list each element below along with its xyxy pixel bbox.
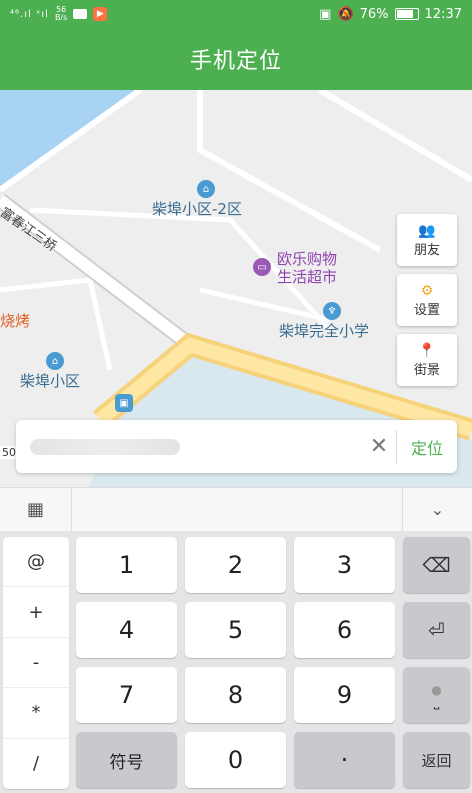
enter-key[interactable]: ⏎ (403, 602, 470, 658)
clock: 12:37 (424, 6, 462, 22)
phone-number-input[interactable] (16, 420, 362, 473)
poi-chaibu-2[interactable]: 柴埠小区-2区 (152, 198, 242, 219)
shop-icon: ▭ (253, 258, 271, 276)
community-icon: ⌂ (197, 180, 215, 198)
space-voice-key[interactable]: ● ⎵ (403, 667, 470, 723)
symbol-key-minus[interactable]: - (3, 638, 69, 689)
status-bar: ⁴⁶.ıl ˣıl 56 B/s ▶ ▣ 🔕 76% 12:37 (0, 0, 472, 28)
friends-icon: 👥 (418, 222, 436, 239)
blurred-input-text (30, 438, 180, 455)
search-bar: ✕ 定位 (16, 420, 457, 473)
nfc-icon: ▣ (319, 6, 332, 22)
key-9[interactable]: 9 (294, 667, 395, 723)
play-icon: ▶ (93, 7, 108, 21)
friends-button[interactable]: 👥 朋友 (397, 214, 457, 266)
community-icon-2: ⌂ (46, 352, 64, 370)
key-5[interactable]: 5 (185, 602, 286, 658)
school-icon: ♆ (323, 302, 341, 320)
location-pin-icon: 📍 (418, 342, 436, 359)
poi-oule-line2[interactable]: 生活超市 (277, 266, 337, 287)
app-bar: 手机定位 (0, 28, 472, 90)
key-7[interactable]: 7 (76, 667, 177, 723)
symbol-key-at[interactable]: @ (3, 537, 69, 588)
page-title: 手机定位 (189, 49, 282, 74)
keyboard-menu-icon[interactable]: ▦ (0, 488, 72, 531)
key-1[interactable]: 1 (76, 537, 177, 593)
signal-icon: ⁴⁶.ıl ˣıl (10, 8, 49, 20)
return-key[interactable]: 返回 (403, 732, 470, 788)
locate-button[interactable]: 定位 (397, 435, 457, 459)
backspace-icon: ⌫ (422, 553, 451, 577)
poi-school[interactable]: 柴埠完全小学 (279, 320, 369, 341)
symbol-key-plus[interactable]: + (3, 587, 69, 638)
symbol-key-asterisk[interactable]: * (3, 688, 69, 739)
chevron-down-icon[interactable]: ⌄ (402, 488, 472, 531)
dot-key[interactable]: · (294, 732, 395, 788)
net-speed: 56 B/s (54, 5, 68, 22)
enter-icon: ⏎ (428, 618, 445, 642)
poi-bbq[interactable]: 烧烤 (0, 310, 30, 331)
clear-icon[interactable]: ✕ (362, 434, 396, 459)
keyboard-toolbar: ▦ ⌄ (0, 487, 472, 531)
gear-icon: ⚙ (420, 282, 434, 299)
key-8[interactable]: 8 (185, 667, 286, 723)
key-0[interactable]: 0 (185, 732, 286, 788)
space-bar-icon: ⎵ (433, 694, 440, 710)
poi-chaibu[interactable]: 柴埠小区 (20, 370, 80, 391)
bus-stop-icon: ▣ (115, 394, 133, 412)
video-record-icon (73, 9, 88, 19)
battery-percent: 76% (359, 6, 389, 22)
key-3[interactable]: 3 (294, 537, 395, 593)
battery-icon (394, 8, 419, 20)
mute-icon: 🔕 (337, 6, 354, 22)
key-4[interactable]: 4 (76, 602, 177, 658)
settings-button[interactable]: ⚙ 设置 (397, 274, 457, 326)
symbol-switch-key[interactable]: 符号 (76, 732, 177, 788)
street-view-button[interactable]: 📍 街景 (397, 334, 457, 386)
numeric-keyboard: @ + - * / 1 2 3 ⌫ 4 5 6 ⏎ 7 8 9 ● ⎵ 符号 0… (0, 531, 472, 793)
key-6[interactable]: 6 (294, 602, 395, 658)
symbol-column: @ + - * / (3, 537, 69, 789)
symbol-key-slash[interactable]: / (3, 739, 69, 789)
backspace-key[interactable]: ⌫ (403, 537, 470, 593)
key-2[interactable]: 2 (185, 537, 286, 593)
